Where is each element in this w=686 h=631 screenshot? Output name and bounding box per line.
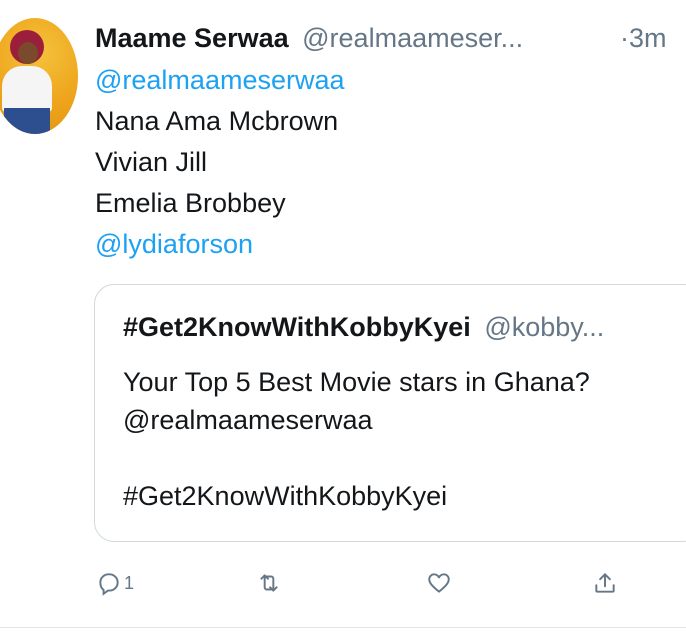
quoted-line: #Get2KnowWithKobbyKyei <box>123 481 448 511</box>
body-line: Vivian Jill <box>95 147 208 177</box>
quoted-line: Your Top 5 Best Movie stars in Ghana? <box>123 367 590 397</box>
quoted-author-handle: @kobby... <box>484 312 605 342</box>
quoted-line: @realmaameserwaa <box>123 405 373 435</box>
mention-link[interactable]: @realmaameserwaa <box>95 60 345 101</box>
author-handle[interactable]: @realmaameser... <box>302 23 523 53</box>
reply-count: 1 <box>124 572 135 593</box>
tweet-header: Maame Serwaa @realmaameser... <box>95 22 523 54</box>
tweet-body: @realmaameserwaa Nana Ama Mcbrown Vivian… <box>95 60 345 265</box>
like-button[interactable] <box>426 570 452 596</box>
divider <box>0 627 686 628</box>
tweet-time[interactable]: ·3m <box>620 22 667 54</box>
author-name[interactable]: Maame Serwaa <box>95 23 289 53</box>
retweet-icon <box>260 574 278 592</box>
body-line: Nana Ama Mcbrown <box>95 106 339 136</box>
retweet-button[interactable] <box>256 570 282 596</box>
quoted-tweet[interactable]: #Get2KnowWithKobbyKyei @kobby... Your To… <box>94 284 686 542</box>
action-bar: 1 <box>0 560 686 610</box>
like-icon <box>428 573 450 593</box>
quoted-header: #Get2KnowWithKobbyKyei @kobby... <box>123 311 604 343</box>
share-button[interactable] <box>592 570 618 596</box>
share-icon <box>595 573 615 593</box>
avatar[interactable] <box>0 18 78 134</box>
body-line: Emelia Brobbey <box>95 188 286 218</box>
quoted-text: Your Top 5 Best Movie stars in Ghana? @r… <box>123 363 590 515</box>
quoted-author-name: #Get2KnowWithKobbyKyei <box>123 312 471 342</box>
mention-link[interactable]: @lydiaforson <box>95 224 345 265</box>
reply-icon <box>99 573 119 596</box>
reply-button[interactable]: 1 <box>96 570 134 596</box>
